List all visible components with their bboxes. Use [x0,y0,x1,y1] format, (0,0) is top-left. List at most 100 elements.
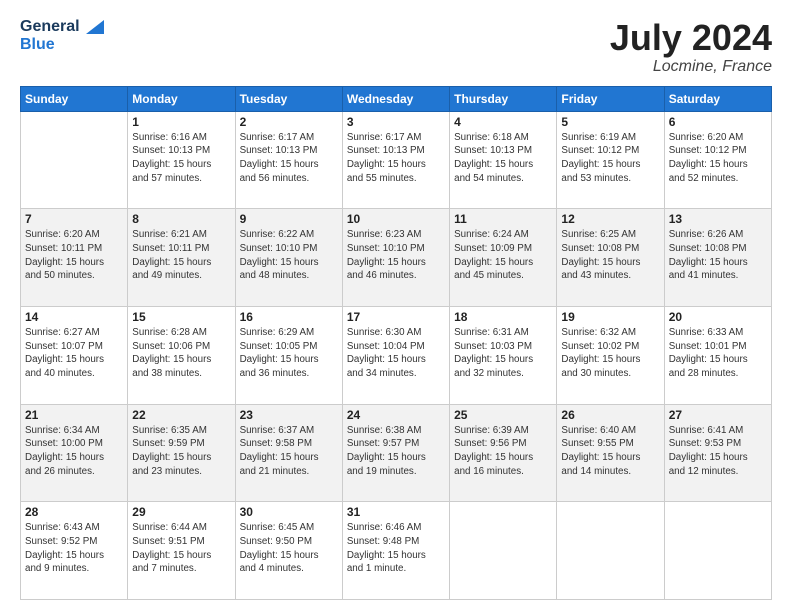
calendar-row: 21Sunrise: 6:34 AM Sunset: 10:00 PM Dayl… [21,404,772,502]
table-row: 5 Sunrise: 6:19 AM Sunset: 10:12 PM Dayli… [557,111,664,209]
col-saturday: Saturday [664,86,771,111]
table-row: 20 Sunrise: 6:33 AM Sunset: 10:01 PM Dayl… [664,306,771,404]
col-wednesday: Wednesday [342,86,449,111]
table-row: 21Sunrise: 6:34 AM Sunset: 10:00 PM Dayl… [21,404,128,502]
day-info: Sunrise: 6:31 AM Sunset: 10:03 PM Daylig… [454,326,552,381]
day-info: Sunrise: 6:37 AM Sunset: 9:58 PM Dayligh… [240,424,338,479]
day-info: Sunrise: 6:23 AM Sunset: 10:10 PM Daylig… [347,228,445,283]
table-row: 10Sunrise: 6:23 AM Sunset: 10:10 PM Dayl… [342,209,449,307]
day-info: Sunrise: 6:29 AM Sunset: 10:05 PM Daylig… [240,326,338,381]
table-row: 28 Sunrise: 6:43 AM Sunset: 9:52 PM Dayli… [21,502,128,600]
header: General Blue July 2024 Locmine, France [20,18,772,76]
day-info: Sunrise: 6:16 AM Sunset: 10:13 PM Daylig… [132,131,230,186]
day-number: 31 [347,505,445,519]
table-row: 13 Sunrise: 6:26 AM Sunset: 10:08 PM Dayl… [664,209,771,307]
day-number: 11 [454,212,552,226]
day-info: Sunrise: 6:30 AM Sunset: 10:04 PM Daylig… [347,326,445,381]
day-number: 24 [347,408,445,422]
day-number: 2 [240,115,338,129]
day-number: 26 [561,408,659,422]
day-number: 13 [669,212,767,226]
day-number: 16 [240,310,338,324]
day-number: 1 [132,115,230,129]
day-info: Sunrise: 6:28 AM Sunset: 10:06 PM Daylig… [132,326,230,381]
table-row [21,111,128,209]
day-info: Sunrise: 6:19 AM Sunset: 10:12 PM Daylig… [561,131,659,186]
table-row: 9 Sunrise: 6:22 AM Sunset: 10:10 PM Dayli… [235,209,342,307]
table-row [450,502,557,600]
table-row [557,502,664,600]
table-row: 31Sunrise: 6:46 AM Sunset: 9:48 PM Dayli… [342,502,449,600]
day-number: 18 [454,310,552,324]
day-info: Sunrise: 6:27 AM Sunset: 10:07 PM Daylig… [25,326,123,381]
title-block: July 2024 Locmine, France [610,18,772,76]
table-row: 2Sunrise: 6:17 AM Sunset: 10:13 PM Dayli… [235,111,342,209]
day-number: 5 [561,115,659,129]
table-row: 24 Sunrise: 6:38 AM Sunset: 9:57 PM Dayli… [342,404,449,502]
day-info: Sunrise: 6:39 AM Sunset: 9:56 PM Dayligh… [454,424,552,479]
day-number: 29 [132,505,230,519]
day-number: 27 [669,408,767,422]
table-row: 26 Sunrise: 6:40 AM Sunset: 9:55 PM Dayli… [557,404,664,502]
day-info: Sunrise: 6:35 AM Sunset: 9:59 PM Dayligh… [132,424,230,479]
col-thursday: Thursday [450,86,557,111]
day-info: Sunrise: 6:40 AM Sunset: 9:55 PM Dayligh… [561,424,659,479]
table-row: 16 Sunrise: 6:29 AM Sunset: 10:05 PM Dayl… [235,306,342,404]
day-number: 8 [132,212,230,226]
day-info: Sunrise: 6:22 AM Sunset: 10:10 PM Daylig… [240,228,338,283]
day-info: Sunrise: 6:26 AM Sunset: 10:08 PM Daylig… [669,228,767,283]
day-number: 6 [669,115,767,129]
day-number: 19 [561,310,659,324]
table-row: 22Sunrise: 6:35 AM Sunset: 9:59 PM Dayli… [128,404,235,502]
day-number: 4 [454,115,552,129]
location-title: Locmine, France [610,58,772,76]
day-info: Sunrise: 6:41 AM Sunset: 9:53 PM Dayligh… [669,424,767,479]
table-row: 25 Sunrise: 6:39 AM Sunset: 9:56 PM Dayli… [450,404,557,502]
day-info: Sunrise: 6:20 AM Sunset: 10:11 PM Daylig… [25,228,123,283]
day-info: Sunrise: 6:20 AM Sunset: 10:12 PM Daylig… [669,131,767,186]
day-info: Sunrise: 6:25 AM Sunset: 10:08 PM Daylig… [561,228,659,283]
table-row: 19 Sunrise: 6:32 AM Sunset: 10:02 PM Dayl… [557,306,664,404]
day-number: 23 [240,408,338,422]
day-number: 14 [25,310,123,324]
table-row: 4 Sunrise: 6:18 AM Sunset: 10:13 PM Dayli… [450,111,557,209]
table-row [664,502,771,600]
day-info: Sunrise: 6:43 AM Sunset: 9:52 PM Dayligh… [25,521,123,576]
col-sunday: Sunday [21,86,128,111]
calendar-table: Sunday Monday Tuesday Wednesday Thursday… [20,86,772,600]
col-monday: Monday [128,86,235,111]
table-row: 23 Sunrise: 6:37 AM Sunset: 9:58 PM Dayli… [235,404,342,502]
day-info: Sunrise: 6:33 AM Sunset: 10:01 PM Daylig… [669,326,767,381]
page: General Blue July 2024 Locmine, France S… [0,0,792,612]
table-row: 27 Sunrise: 6:41 AM Sunset: 9:53 PM Dayli… [664,404,771,502]
day-info: Sunrise: 6:32 AM Sunset: 10:02 PM Daylig… [561,326,659,381]
calendar-row: 14 Sunrise: 6:27 AM Sunset: 10:07 PM Dayl… [21,306,772,404]
day-info: Sunrise: 6:24 AM Sunset: 10:09 PM Daylig… [454,228,552,283]
col-friday: Friday [557,86,664,111]
day-number: 7 [25,212,123,226]
table-row: 7 Sunrise: 6:20 AM Sunset: 10:11 PM Dayli… [21,209,128,307]
day-number: 12 [561,212,659,226]
day-number: 3 [347,115,445,129]
day-number: 28 [25,505,123,519]
day-info: Sunrise: 6:21 AM Sunset: 10:11 PM Daylig… [132,228,230,283]
table-row: 8 Sunrise: 6:21 AM Sunset: 10:11 PM Dayli… [128,209,235,307]
logo: General Blue [20,18,104,55]
month-title: July 2024 [610,18,772,58]
table-row: 29 Sunrise: 6:44 AM Sunset: 9:51 PM Dayli… [128,502,235,600]
day-number: 15 [132,310,230,324]
day-info: Sunrise: 6:18 AM Sunset: 10:13 PM Daylig… [454,131,552,186]
table-row: 30 Sunrise: 6:45 AM Sunset: 9:50 PM Dayli… [235,502,342,600]
day-number: 17 [347,310,445,324]
table-row: 15 Sunrise: 6:28 AM Sunset: 10:06 PM Dayl… [128,306,235,404]
day-info: Sunrise: 6:45 AM Sunset: 9:50 PM Dayligh… [240,521,338,576]
day-info: Sunrise: 6:38 AM Sunset: 9:57 PM Dayligh… [347,424,445,479]
day-number: 30 [240,505,338,519]
day-number: 20 [669,310,767,324]
day-number: 21 [25,408,123,422]
calendar-row: 28 Sunrise: 6:43 AM Sunset: 9:52 PM Dayli… [21,502,772,600]
col-tuesday: Tuesday [235,86,342,111]
day-number: 9 [240,212,338,226]
day-info: Sunrise: 6:44 AM Sunset: 9:51 PM Dayligh… [132,521,230,576]
day-number: 25 [454,408,552,422]
